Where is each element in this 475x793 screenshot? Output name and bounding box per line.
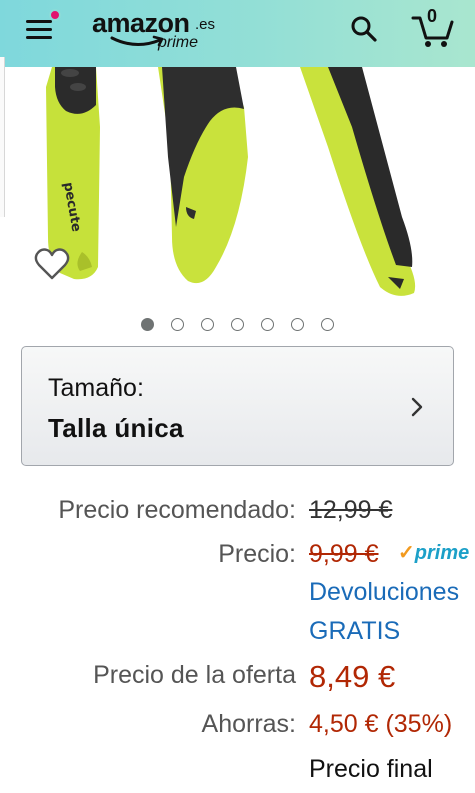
price-label: Precio: (218, 540, 296, 568)
carousel-dot[interactable] (141, 318, 154, 331)
carousel-dot[interactable] (171, 318, 184, 331)
deal-price-value: 8,49 € (309, 659, 396, 694)
carousel-dot[interactable] (231, 318, 244, 331)
size-selector[interactable]: Tamaño: Talla única (21, 346, 454, 466)
savings-label: Ahorras: (201, 710, 296, 738)
price-value: 9,99 € (309, 540, 379, 568)
free-returns-link-line2[interactable]: GRATIS (309, 617, 400, 646)
logo-domain: .es (195, 16, 216, 33)
previous-image-edge[interactable] (0, 57, 5, 217)
recommended-price-label: Precio recomendado: (58, 496, 296, 524)
product-photo: pecute (46, 67, 416, 296)
product-image[interactable]: pecute (0, 67, 475, 302)
notification-dot (49, 9, 61, 21)
savings-value: 4,50 € (35%) (309, 710, 453, 738)
cart-count: 0 (427, 6, 438, 26)
prime-check-icon: ✓ (398, 542, 415, 564)
hamburger-menu-icon[interactable] (26, 18, 56, 42)
top-nav-bar: amazon .es prime 0 (0, 0, 475, 67)
prime-badge-text: prime (414, 542, 470, 564)
prime-badge[interactable]: ✓prime (398, 540, 469, 566)
logo-prime: prime (158, 34, 199, 51)
cart-button[interactable]: 0 (411, 6, 455, 48)
image-carousel-dots (141, 318, 334, 332)
size-value: Talla única (48, 413, 184, 443)
carousel-dot[interactable] (201, 318, 214, 331)
deal-price-label: Precio de la oferta (93, 661, 296, 689)
carousel-dot[interactable] (261, 318, 274, 331)
carousel-dot[interactable] (291, 318, 304, 331)
chevron-right-icon (411, 397, 423, 417)
free-returns-link-line1[interactable]: Devoluciones (309, 578, 459, 607)
carousel-dot[interactable] (321, 318, 334, 331)
recommended-price-value: 12,99 € (309, 496, 393, 524)
final-price-text: Precio final (309, 755, 433, 783)
heart-outline-icon[interactable] (34, 247, 70, 281)
search-icon[interactable] (349, 14, 379, 44)
amazon-prime-logo[interactable]: amazon .es prime (92, 8, 242, 58)
size-label: Tamaño: (48, 374, 144, 402)
